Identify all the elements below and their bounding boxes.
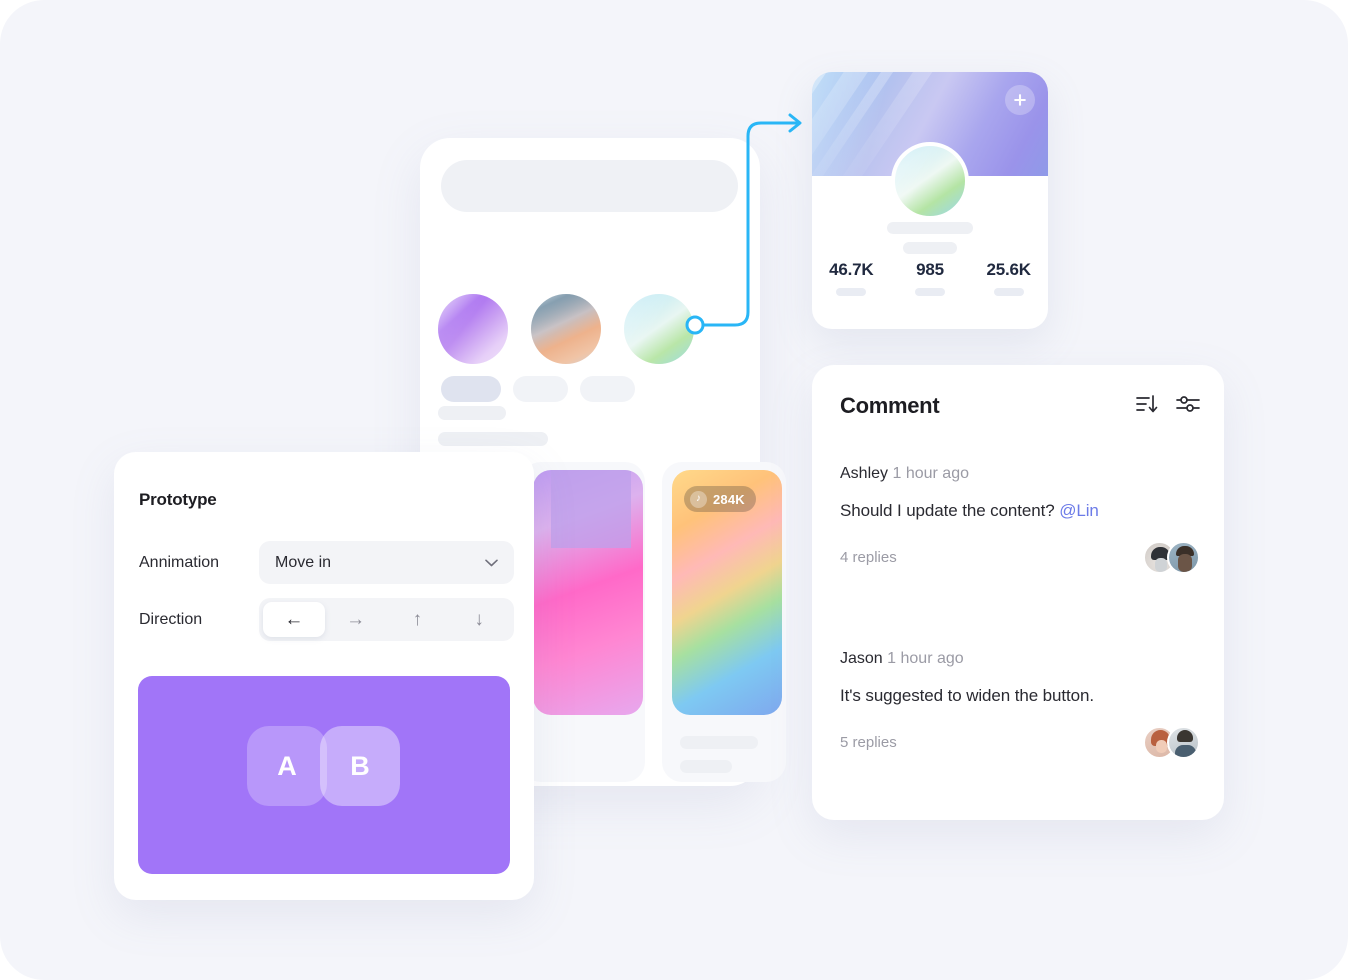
direction-label: Direction xyxy=(139,610,203,628)
comment-timestamp: 1 hour ago xyxy=(887,650,964,667)
phone-skeleton-line-2 xyxy=(438,432,548,446)
comment-thread: Jason 1 hour ago It's suggested to widen… xyxy=(840,650,1200,759)
music-note-icon: ♪ xyxy=(690,490,707,508)
filter-sliders-icon[interactable] xyxy=(1176,394,1200,419)
story-orb-peach[interactable] xyxy=(531,294,601,364)
comment-body-text: It's suggested to widen the button. xyxy=(840,686,1094,705)
avatar[interactable] xyxy=(1167,726,1200,759)
stat-item[interactable]: 985 xyxy=(891,260,970,296)
reply-avatars xyxy=(1143,726,1200,759)
animation-select[interactable]: Move in xyxy=(259,541,514,584)
replies-count[interactable]: 4 replies xyxy=(840,549,897,566)
arrow-up-icon[interactable]: ↑ xyxy=(387,602,449,637)
phone-chip-1[interactable] xyxy=(441,376,501,402)
media-skeleton-line-1 xyxy=(680,736,758,749)
sort-icon[interactable] xyxy=(1136,394,1158,419)
reply-avatars xyxy=(1143,541,1200,574)
comment-body-text: Should I update the content? xyxy=(840,501,1060,520)
profile-card: 46.7K 985 25.6K xyxy=(812,72,1048,329)
comment-timestamp: 1 hour ago xyxy=(892,465,969,482)
prototype-preview-canvas[interactable]: A B xyxy=(138,676,510,874)
animation-selected-value: Move in xyxy=(275,553,332,571)
replies-count[interactable]: 5 replies xyxy=(840,734,897,751)
stat-item[interactable]: 46.7K xyxy=(812,260,891,296)
stat-value: 985 xyxy=(916,260,944,279)
comment-footer: 5 replies xyxy=(840,726,1200,759)
stat-item[interactable]: 25.6K xyxy=(969,260,1048,296)
profile-avatar[interactable] xyxy=(891,142,969,220)
story-orb-mint[interactable] xyxy=(624,294,694,364)
phone-chip-3[interactable] xyxy=(580,376,635,402)
arrow-down-icon[interactable]: ↓ xyxy=(448,602,510,637)
stat-label-skeleton xyxy=(915,288,945,296)
mention-link[interactable]: @Lin xyxy=(1059,501,1099,520)
comment-author: Jason xyxy=(840,650,883,667)
comment-header: Comment xyxy=(840,393,1200,419)
arrowhead-icon xyxy=(788,113,802,133)
arrow-right-icon[interactable]: → xyxy=(325,602,387,637)
comment-card: Comment Ashley 1 hour ago Should I updat… xyxy=(812,365,1224,820)
stat-value: 25.6K xyxy=(986,260,1031,279)
stat-label-skeleton xyxy=(993,288,1024,296)
stat-value: 46.7K xyxy=(829,260,874,279)
media-card-pink[interactable] xyxy=(533,470,643,715)
comment-body: Should I update the content? @Lin xyxy=(840,501,1200,521)
story-orb-purple[interactable] xyxy=(438,294,508,364)
comment-toolbar xyxy=(1136,394,1200,419)
add-button[interactable] xyxy=(1005,85,1035,115)
music-badge-label: 284K xyxy=(713,491,745,507)
avatar[interactable] xyxy=(1167,541,1200,574)
profile-stats: 46.7K 985 25.6K xyxy=(812,260,1048,296)
chevron-down-icon xyxy=(485,559,498,566)
comment-thread: Ashley 1 hour ago Should I update the co… xyxy=(840,465,1200,574)
arrow-left-icon[interactable]: ← xyxy=(263,602,325,637)
animation-row: Annimation Move in xyxy=(139,541,514,584)
profile-skeleton-name xyxy=(887,222,973,234)
phone-chip-2[interactable] xyxy=(513,376,568,402)
media-card-rainbow[interactable]: ♪ 284K xyxy=(672,470,782,715)
comment-meta: Jason 1 hour ago xyxy=(840,650,1200,668)
music-badge: ♪ 284K xyxy=(684,486,756,512)
page-title: Comment xyxy=(840,393,940,418)
direction-row: Direction ← → ↑ ↓ xyxy=(139,598,514,641)
phone-skeleton-line-1 xyxy=(438,406,506,420)
comment-body: It's suggested to widen the button. xyxy=(840,686,1200,706)
direction-segmented-control: ← → ↑ ↓ xyxy=(259,598,514,641)
app-canvas: ♪ 284K 46.7K 985 25.6K Comment Ashley 1 … xyxy=(0,0,1348,980)
comment-author: Ashley xyxy=(840,465,889,482)
preview-card-a[interactable]: A xyxy=(247,726,327,806)
comment-meta: Ashley 1 hour ago xyxy=(840,465,1200,483)
stat-label-skeleton xyxy=(836,288,867,296)
comment-footer: 4 replies xyxy=(840,541,1200,574)
panel-title: Prototype xyxy=(139,490,217,509)
plus-icon xyxy=(1014,94,1026,106)
animation-label: Annimation xyxy=(139,553,220,571)
media-card-pink-block xyxy=(551,470,631,548)
search-input[interactable] xyxy=(441,160,738,212)
profile-skeleton-handle xyxy=(903,242,957,254)
media-skeleton-line-2 xyxy=(680,760,732,773)
preview-card-b[interactable]: B xyxy=(320,726,400,806)
